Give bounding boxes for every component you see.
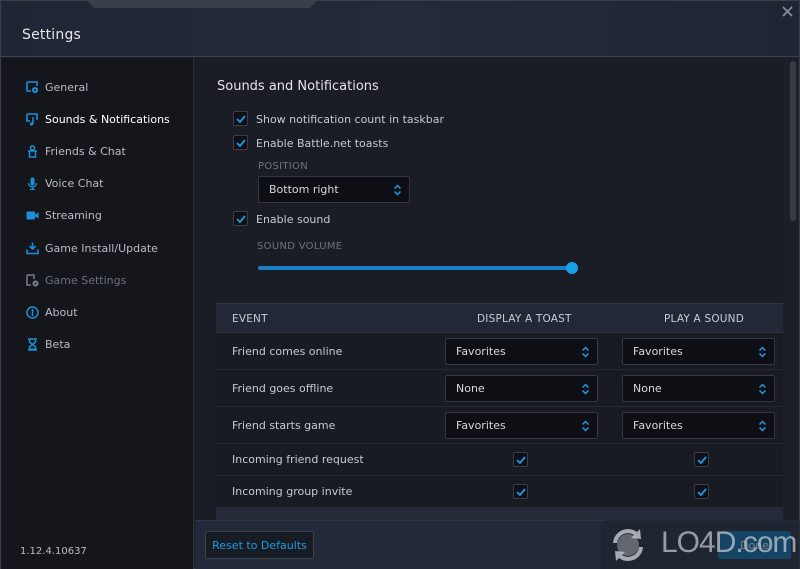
sound-checkbox[interactable]: [694, 452, 709, 467]
section-title: Sounds and Notifications: [217, 79, 379, 94]
header-play-sound: PLAY A SOUND: [664, 313, 745, 325]
sidebar-item-general[interactable]: General: [1, 75, 193, 99]
position-label: POSITION: [258, 161, 309, 172]
title-bar-notch: [87, 1, 317, 8]
sidebar-item-voice-chat[interactable]: Voice Chat: [1, 171, 193, 195]
checkmark-icon: [696, 487, 707, 496]
sound-select[interactable]: Favorites: [622, 338, 775, 365]
sidebar-item-label: Sounds & Notifications: [45, 112, 170, 126]
slider-thumb[interactable]: [566, 262, 578, 274]
position-select[interactable]: Bottom right: [258, 176, 410, 203]
table-row: Incoming friend request: [216, 444, 783, 476]
sidebar-item-label: Friends & Chat: [45, 144, 126, 158]
sidebar-item-label: Beta: [45, 337, 71, 351]
position-select-value: Bottom right: [269, 183, 339, 196]
checkmark-icon: [515, 487, 526, 496]
header-display-toast: DISPLAY A TOAST: [477, 313, 572, 325]
sound-select[interactable]: Favorites: [622, 412, 775, 439]
speech-note-icon: [26, 112, 39, 126]
settings-content: Sounds and Notifications Show notificati…: [195, 58, 783, 520]
window-title: Settings: [22, 27, 82, 43]
enable-sound-checkbox[interactable]: [233, 211, 248, 226]
sidebar-item-beta[interactable]: Beta: [1, 332, 193, 356]
event-name: Friend goes offline: [232, 382, 334, 395]
toast-select[interactable]: Favorites: [445, 338, 598, 365]
header-event: EVENT: [232, 313, 268, 325]
toast-checkbox[interactable]: [513, 484, 528, 499]
sidebar-item-label: Game Settings: [45, 273, 127, 287]
table-header: EVENT DISPLAY A TOAST PLAY A SOUND: [216, 303, 783, 333]
microphone-icon: [26, 177, 39, 190]
done-button[interactable]: Done: [718, 531, 791, 559]
monitor-gear-icon: [26, 80, 39, 94]
sidebar-item-friends-chat[interactable]: Friends & Chat: [1, 139, 193, 163]
sidebar-item-label: Streaming: [45, 208, 102, 222]
checkmark-icon: [235, 214, 246, 223]
version-label: 1.12.4.10637: [20, 546, 87, 557]
sidebar-item-label: Game Install/Update: [45, 241, 158, 255]
select-arrows-icon: [582, 383, 589, 395]
toast-select-value: Favorites: [456, 419, 506, 432]
enable-toasts-label: Enable Battle.net toasts: [256, 137, 389, 150]
info-icon: [26, 305, 39, 319]
toast-select[interactable]: Favorites: [445, 412, 598, 439]
toast-select-value: None: [456, 382, 485, 395]
enable-sound-label: Enable sound: [256, 213, 331, 226]
select-arrows-icon: [394, 184, 401, 196]
sidebar-item-label: About: [45, 305, 78, 319]
table-row: Incoming group invite: [216, 476, 783, 508]
sidebar-item-label: General: [45, 80, 89, 94]
show-notification-count-label: Show notification count in taskbar: [256, 113, 444, 126]
video-camera-icon: [26, 209, 39, 222]
select-arrows-icon: [759, 346, 766, 358]
sound-volume-slider[interactable]: [258, 262, 578, 274]
game-settings-icon: [26, 273, 39, 287]
select-arrows-icon: [582, 346, 589, 358]
title-bar[interactable]: Settings: [1, 1, 799, 57]
toast-checkbox[interactable]: [513, 452, 528, 467]
event-name: Incoming group invite: [232, 485, 353, 498]
person-icon: [26, 144, 39, 158]
event-name: Friend starts game: [232, 419, 336, 432]
reset-to-defaults-button[interactable]: Reset to Defaults: [205, 531, 314, 559]
sound-select-value: Favorites: [633, 345, 683, 358]
checkmark-icon: [235, 114, 246, 123]
select-arrows-icon: [759, 420, 766, 432]
select-arrows-icon: [759, 383, 766, 395]
sound-select-value: None: [633, 382, 662, 395]
sidebar-item-game-settings[interactable]: Game Settings: [1, 268, 193, 292]
table-row: Friend goes offline None None: [216, 370, 783, 407]
sound-select[interactable]: None: [622, 375, 775, 402]
content-scrollbar[interactable]: [790, 61, 796, 221]
enable-toasts-checkbox[interactable]: [233, 135, 248, 150]
sidebar-item-about[interactable]: About: [1, 300, 193, 324]
checkmark-icon: [515, 455, 526, 464]
select-arrows-icon: [582, 420, 589, 432]
sidebar-item-game-install-update[interactable]: Game Install/Update: [1, 236, 193, 260]
sidebar: General Sounds & Notifications Friends &…: [1, 58, 194, 569]
show-notification-count-checkbox[interactable]: [233, 111, 248, 126]
notification-events-table: EVENT DISPLAY A TOAST PLAY A SOUND Frien…: [216, 303, 783, 520]
toast-select-value: Favorites: [456, 345, 506, 358]
toast-select[interactable]: None: [445, 375, 598, 402]
table-footer: [216, 508, 783, 520]
sidebar-item-streaming[interactable]: Streaming: [1, 203, 193, 227]
sound-select-value: Favorites: [633, 419, 683, 432]
download-icon: [26, 242, 39, 255]
footer-bar: Reset to Defaults Done: [195, 520, 799, 569]
sound-volume-label: SOUND VOLUME: [257, 241, 343, 252]
event-name: Friend comes online: [232, 345, 343, 358]
slider-fill: [258, 266, 572, 270]
sound-checkbox[interactable]: [694, 484, 709, 499]
settings-window: Settings General Sounds & Notifications …: [0, 0, 800, 569]
sidebar-item-sounds-notifications[interactable]: Sounds & Notifications: [1, 107, 193, 131]
table-row: Friend starts game Favorites Favorites: [216, 407, 783, 444]
event-name: Incoming friend request: [232, 453, 364, 466]
checkmark-icon: [696, 455, 707, 464]
flask-icon: [26, 337, 39, 351]
table-row: Friend comes online Favorites Favorites: [216, 333, 783, 370]
close-icon[interactable]: [779, 5, 795, 21]
checkmark-icon: [235, 138, 246, 147]
sidebar-item-label: Voice Chat: [45, 176, 104, 190]
